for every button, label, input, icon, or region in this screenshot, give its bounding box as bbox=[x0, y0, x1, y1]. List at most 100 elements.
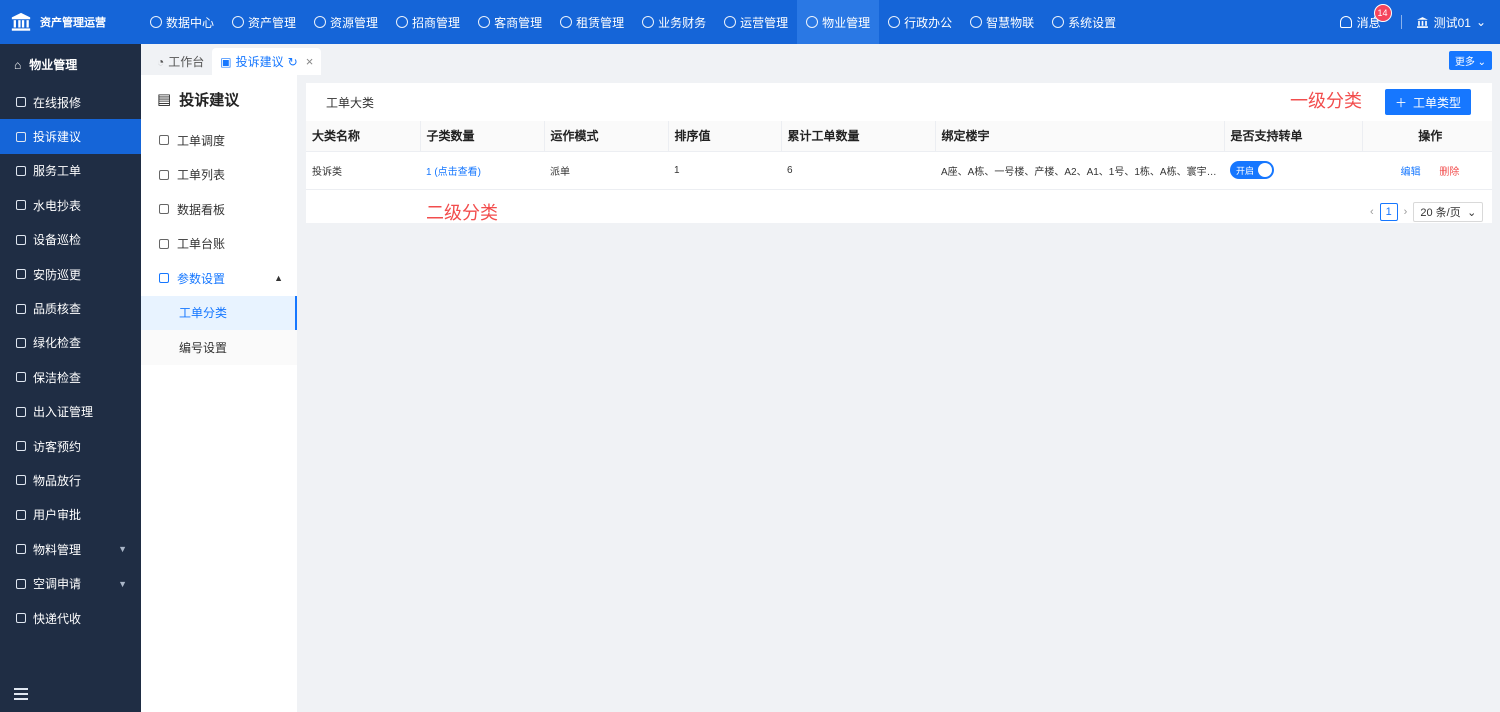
next-page-icon[interactable]: › bbox=[1404, 206, 1408, 218]
sidebar-item-label: 水电抄表 bbox=[33, 198, 82, 213]
header-actions: 消息 14 测试01 ⌄ bbox=[1339, 0, 1500, 44]
nav-system-settings[interactable]: 系统设置 bbox=[1043, 0, 1125, 44]
buildings-cell: A座、A栋、一号楼、产楼、A2、A1、1号、1栋、A栋、寰宇大厦... bbox=[935, 151, 1224, 190]
nav-asset-management[interactable]: 资产管理 bbox=[223, 0, 305, 44]
settings-icon bbox=[159, 273, 169, 284]
location-icon bbox=[16, 234, 26, 245]
nav-property-management[interactable]: 物业管理 bbox=[797, 0, 880, 44]
user-name: 测试01 bbox=[1433, 15, 1471, 30]
column-header: 排序值 bbox=[668, 121, 782, 152]
sidebar-item-greening-check[interactable]: 绿化检查 bbox=[0, 326, 141, 360]
refresh-icon[interactable]: ↻ bbox=[288, 55, 298, 69]
sidebar-item-quality-check[interactable]: 品质核查 bbox=[0, 291, 141, 325]
sidebar-item-cleaning-check[interactable]: 保洁检查 bbox=[0, 360, 141, 394]
sidebar-item-label: 快递代收 bbox=[33, 611, 82, 626]
edit-link[interactable]: 编辑 bbox=[1401, 167, 1421, 178]
page-number-button[interactable]: 1 bbox=[1379, 203, 1398, 221]
column-header: 大类名称 bbox=[306, 121, 421, 152]
tab-complaints[interactable]: ▣ 投诉建议 ↻ × bbox=[212, 48, 322, 75]
submenu-item-order-category[interactable]: 工单分类 bbox=[141, 295, 297, 330]
nav-label: 数据中心 bbox=[166, 15, 215, 30]
messages-button[interactable]: 消息 14 bbox=[1339, 3, 1392, 31]
category-name-cell: 投诉类 bbox=[306, 151, 420, 190]
chevron-down-icon: ▼ bbox=[118, 578, 127, 589]
category-card: 工单大类 一级分类 ＋ 工单类型 大类名称 子类数量 运作模式 排序值 累计工单… bbox=[306, 83, 1492, 224]
sidebar-item-label: 物料管理 bbox=[33, 542, 82, 557]
sidebar-item-label: 访客预约 bbox=[33, 439, 82, 454]
tab-workbench[interactable]: ◔ 工作台 bbox=[149, 48, 212, 75]
collapse-menu-icon[interactable] bbox=[14, 688, 28, 700]
sidebar-item-goods-release[interactable]: 物品放行 bbox=[0, 463, 141, 497]
submenu-item-parameter-settings[interactable]: 参数设置 ▲ bbox=[141, 261, 297, 296]
sidebar-item-ac-request[interactable]: 空调申请 ▼ bbox=[0, 566, 141, 600]
add-button-label: 工单类型 bbox=[1413, 95, 1462, 110]
submenu-child-label: 工单分类 bbox=[179, 306, 228, 321]
sidebar-item-access-pass[interactable]: 出入证管理 bbox=[0, 395, 141, 429]
column-header: 子类数量 bbox=[420, 121, 545, 152]
submenu-item-order-list[interactable]: 工单列表 bbox=[141, 158, 297, 193]
submenu-item-numbering-settings[interactable]: 编号设置 bbox=[141, 330, 297, 365]
submenu-item-ledger[interactable]: 工单台账 bbox=[141, 227, 297, 262]
submenu-item-dashboard[interactable]: 数据看板 bbox=[141, 192, 297, 227]
nav-lease-management[interactable]: 租赁管理 bbox=[551, 0, 633, 44]
nav-label: 行政办公 bbox=[904, 15, 953, 30]
app-brand[interactable]: 资产管理运营 bbox=[0, 0, 141, 44]
nav-business-finance[interactable]: 业务财务 bbox=[633, 0, 715, 44]
nav-operation-management[interactable]: 运营管理 bbox=[715, 0, 797, 44]
nav-smart-iot[interactable]: 智慧物联 bbox=[961, 0, 1043, 44]
sidebar-item-complaints[interactable]: 投诉建议 bbox=[0, 119, 141, 154]
sidebar-item-security-patrol[interactable]: 安防巡更 bbox=[0, 257, 141, 291]
sidebar-item-materials[interactable]: 物料管理 ▼ bbox=[0, 532, 141, 566]
more-tabs-button[interactable]: 更多 ⌄ bbox=[1448, 51, 1492, 70]
column-header: 绑定楼宇 bbox=[935, 121, 1225, 152]
transfer-toggle[interactable]: 开启 bbox=[1230, 161, 1274, 179]
nav-resource-management[interactable]: 资源管理 bbox=[305, 0, 387, 44]
page-size-label: 20 条/页 bbox=[1420, 207, 1461, 219]
page-size-select[interactable]: 20 条/页 ⌄ bbox=[1413, 202, 1484, 222]
package-icon bbox=[16, 544, 26, 555]
sidebar-header[interactable]: ⌂ 物业管理 bbox=[0, 44, 141, 85]
card-icon bbox=[16, 406, 26, 417]
sidebar-item-online-repair[interactable]: 在线报修 bbox=[0, 85, 141, 119]
sidebar-item-meter-reading[interactable]: 水电抄表 bbox=[0, 188, 141, 222]
tab-label: 投诉建议 bbox=[235, 55, 284, 69]
list-icon bbox=[159, 169, 169, 180]
sidebar-item-service-orders[interactable]: 服务工单 bbox=[0, 154, 141, 188]
sidebar-item-equipment-inspection[interactable]: 设备巡检 bbox=[0, 223, 141, 257]
home-icon bbox=[560, 16, 573, 28]
secondary-menu-title-label: 投诉建议 bbox=[179, 91, 240, 109]
sidebar-item-visitor-booking[interactable]: 访客预约 bbox=[0, 429, 141, 463]
chart-icon bbox=[724, 16, 737, 28]
divider bbox=[1400, 15, 1402, 29]
submenu-item-dispatch[interactable]: 工单调度 bbox=[141, 123, 297, 158]
prev-page-icon[interactable]: ‹ bbox=[1370, 206, 1374, 218]
sidebar-item-label: 出入证管理 bbox=[33, 405, 94, 420]
tools-icon bbox=[16, 97, 26, 108]
user-menu[interactable]: 测试01 ⌄ bbox=[1416, 14, 1486, 31]
nav-data-center[interactable]: 数据中心 bbox=[141, 0, 223, 44]
sub-count-link[interactable]: 1 (点击查看) bbox=[420, 151, 544, 190]
add-order-type-button[interactable]: ＋ 工单类型 bbox=[1385, 89, 1471, 115]
building-icon bbox=[314, 16, 327, 28]
toggle-label: 开启 bbox=[1236, 165, 1255, 176]
sidebar-item-user-approval[interactable]: 用户审批 bbox=[0, 498, 141, 532]
total-cell: 6 bbox=[781, 151, 935, 190]
guard-icon bbox=[16, 269, 26, 280]
secondary-menu-title: ▤ 投诉建议 bbox=[141, 75, 297, 123]
bank-logo-icon bbox=[11, 12, 31, 31]
inbox-icon bbox=[16, 131, 26, 142]
box-icon bbox=[16, 475, 26, 486]
delete-link[interactable]: 删除 bbox=[1439, 167, 1459, 178]
top-navigation-bar: 资产管理运营 数据中心 资产管理 资源管理 招商管理 客商管理 租赁管理 业务财… bbox=[0, 0, 1500, 44]
submenu-item-label: 参数设置 bbox=[177, 271, 226, 286]
messages-count-badge: 14 bbox=[1373, 3, 1392, 22]
close-icon[interactable]: × bbox=[306, 54, 314, 69]
nav-client-management[interactable]: 客商管理 bbox=[469, 0, 551, 44]
nav-administration[interactable]: 行政办公 bbox=[879, 0, 961, 44]
dispatch-icon bbox=[159, 135, 169, 146]
nav-investment-management[interactable]: 招商管理 bbox=[387, 0, 469, 44]
plus-icon: ＋ bbox=[1394, 95, 1407, 110]
sidebar-item-express-collection[interactable]: 快递代收 bbox=[0, 601, 141, 635]
monitor-icon bbox=[888, 16, 901, 28]
column-header: 是否支持转单 bbox=[1224, 121, 1363, 152]
